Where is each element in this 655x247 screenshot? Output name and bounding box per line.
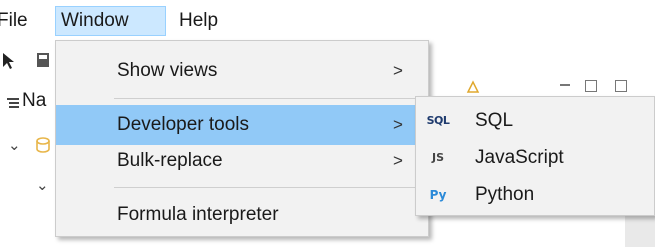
menu-item-label: Show views: [117, 60, 218, 81]
submenu-arrow-icon: >: [393, 151, 403, 170]
menu-bar: File Window Help: [0, 0, 655, 40]
developer-tools-submenu: SQL SQL JS JavaScript Py Python: [415, 96, 655, 216]
menu-window[interactable]: Window: [55, 6, 166, 36]
menu-item-formula-interpreter[interactable]: Formula interpreter: [56, 195, 428, 235]
submenu-item-javascript[interactable]: JS JavaScript: [416, 140, 654, 176]
restore-icon[interactable]: [615, 80, 627, 92]
maximize-icon[interactable]: [585, 80, 597, 92]
expand-chevron-icon-2[interactable]: ⌄: [36, 176, 49, 194]
python-icon: Py: [429, 188, 447, 202]
pin-icon[interactable]: [466, 80, 480, 94]
navigator-tab-label[interactable]: Na: [22, 90, 46, 112]
menu-file[interactable]: File: [0, 6, 33, 36]
menu-item-label: Formula interpreter: [117, 204, 279, 225]
submenu-item-label: JavaScript: [475, 147, 564, 168]
menu-item-bulk-replace[interactable]: Bulk-replace >: [56, 141, 428, 181]
list-icon: [7, 98, 19, 108]
menu-help[interactable]: Help: [174, 6, 223, 36]
pointer-icon[interactable]: [0, 50, 22, 72]
submenu-item-sql[interactable]: SQL SQL: [416, 103, 654, 139]
menu-separator: [114, 187, 422, 188]
expand-chevron-icon[interactable]: ⌄: [8, 136, 21, 154]
minimize-icon[interactable]: [560, 84, 570, 86]
submenu-item-label: Python: [475, 184, 535, 205]
submenu-arrow-icon: >: [393, 61, 403, 80]
submenu-arrow-icon: >: [393, 115, 403, 134]
submenu-item-label: SQL: [475, 110, 514, 131]
save-icon[interactable]: [36, 52, 50, 68]
menu-item-show-views[interactable]: Show views >: [56, 51, 428, 91]
window-dropdown-menu: Show views > Developer tools > Bulk-repl…: [55, 40, 429, 237]
sql-icon: SQL: [426, 114, 450, 127]
menu-item-label: Developer tools: [117, 114, 250, 135]
menu-item-label: Bulk-replace: [117, 150, 223, 171]
javascript-icon: JS: [431, 151, 444, 164]
menu-item-developer-tools[interactable]: Developer tools >: [56, 105, 428, 145]
submenu-item-python[interactable]: Py Python: [416, 177, 654, 213]
menu-separator: [114, 98, 422, 99]
database-icon: [36, 137, 50, 153]
